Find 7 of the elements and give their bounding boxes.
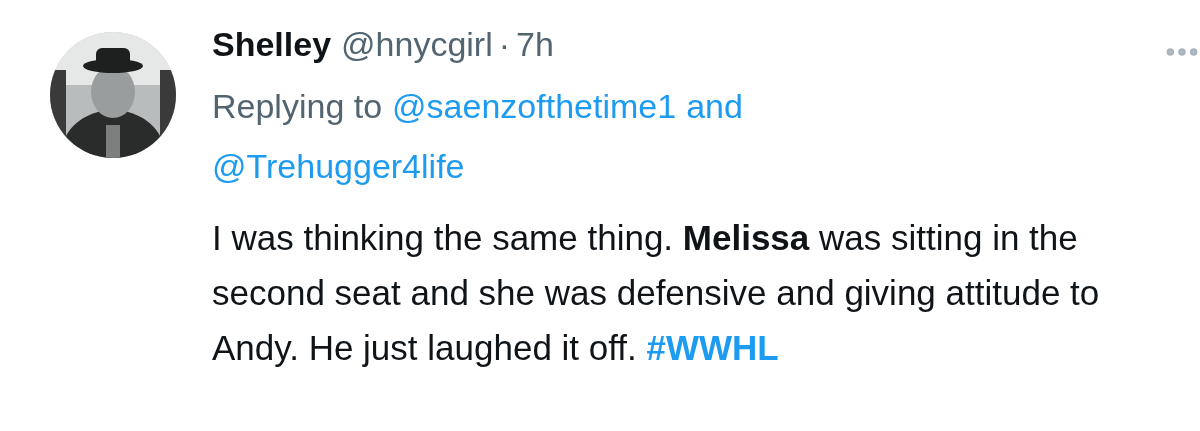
timestamp[interactable]: 7h (516, 20, 554, 68)
conjunction: and (686, 86, 743, 127)
user-name[interactable]: Shelley (212, 20, 332, 68)
replying-label: Replying to (212, 86, 383, 127)
tweet-text: I was thinking the same thing. Melissa was sitting in the second seat and she was defensive and giving attitude to Andy. He just laughed it off. #WWHL (212, 217, 1101, 369)
separator: · (498, 24, 511, 65)
user-handle[interactable]: @hnycgirl (341, 20, 493, 68)
